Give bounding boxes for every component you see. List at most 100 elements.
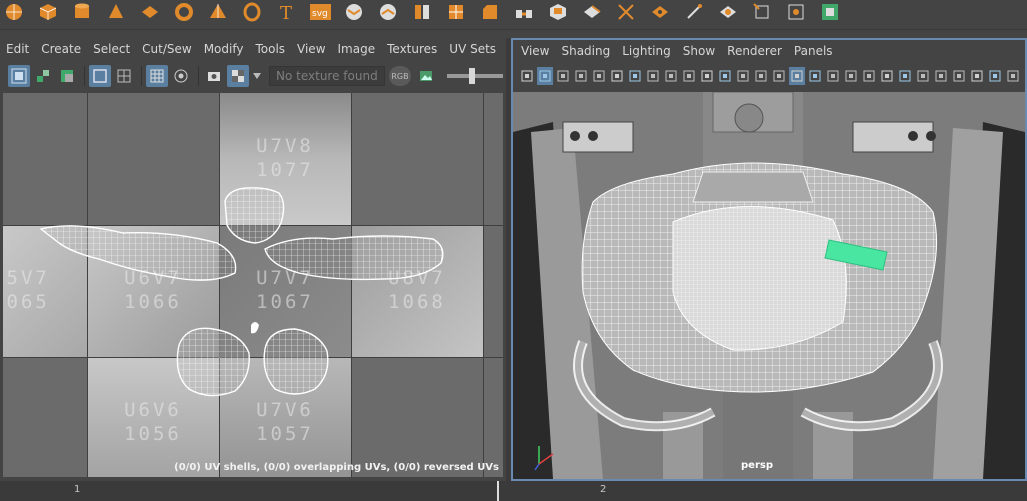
menu-uv-sets[interactable]: UV Sets (443, 38, 502, 60)
uv-distort-icon[interactable] (56, 65, 78, 87)
uv-shell-select-icon[interactable] (8, 65, 30, 87)
rgb-channel-button[interactable]: RGB (389, 66, 411, 86)
menu-textures[interactable]: Textures (381, 38, 443, 60)
menu-select[interactable]: Select (87, 38, 136, 60)
plane-icon[interactable] (136, 0, 164, 24)
sculpt-icon[interactable] (782, 0, 810, 24)
persp-viewport-canvas[interactable]: persp (513, 92, 1025, 479)
grid-icon[interactable] (146, 65, 168, 87)
menu-vp-panels[interactable]: Panels (788, 40, 839, 62)
current-time-marker[interactable] (497, 481, 499, 501)
uv-status-text: (0/0) UV shells, (0/0) overlapping UVs, … (174, 462, 499, 473)
smooth-icon[interactable] (442, 0, 470, 24)
snapshot-icon[interactable] (203, 65, 225, 87)
separate-icon[interactable] (374, 0, 402, 24)
camera-lock-icon[interactable] (537, 67, 553, 85)
pyramid-icon[interactable] (204, 0, 232, 24)
pivot-icon[interactable] (748, 0, 776, 24)
uv-layout-icon[interactable] (32, 65, 54, 87)
menu-vp-renderer[interactable]: Renderer (721, 40, 788, 62)
menu-modify[interactable]: Modify (198, 38, 250, 60)
cone-icon[interactable] (102, 0, 130, 24)
textured-icon[interactable] (825, 67, 841, 85)
shaded-uv-icon[interactable] (89, 65, 111, 87)
texture-borders-icon[interactable] (113, 65, 135, 87)
uv-shell-head (224, 187, 285, 244)
uv-shell-left-wing (39, 225, 237, 281)
isolate-select-icon[interactable] (951, 67, 967, 85)
anti-alias-icon[interactable] (915, 67, 931, 85)
frame-number: 1 (74, 484, 81, 495)
select-camera-icon[interactable] (519, 67, 535, 85)
uv-editor-icon[interactable] (816, 0, 844, 24)
menu-create[interactable]: Create (35, 38, 87, 60)
extrude-icon[interactable] (544, 0, 572, 24)
toolbar-separator (198, 66, 199, 86)
bookmark-icon[interactable] (573, 67, 589, 85)
ambient-occlusion-icon[interactable] (879, 67, 895, 85)
exposure-slider[interactable] (447, 68, 503, 84)
pixel-snap-icon[interactable] (170, 65, 192, 87)
toolbar-separator (141, 66, 142, 86)
uv-canvas[interactable]: U7V8 1077 U5V7 1065 U6V7 1066 U7V7 1067 … (3, 93, 503, 477)
type-icon[interactable]: T (272, 0, 300, 24)
2d-pan-zoom-icon[interactable] (609, 67, 625, 85)
resolution-gate-icon[interactable] (681, 67, 697, 85)
pipe-icon[interactable] (238, 0, 266, 24)
motion-blur-icon[interactable] (897, 67, 913, 85)
grease-pencil-icon[interactable] (627, 67, 643, 85)
cube-icon[interactable] (34, 0, 62, 24)
xray-icon[interactable] (969, 67, 985, 85)
menu-view[interactable]: View (291, 38, 331, 60)
uv-editor-menubar: Edit Create Select Cut/Sew Modify Tools … (0, 38, 521, 60)
append-icon[interactable] (578, 0, 606, 24)
menu-cut-sew[interactable]: Cut/Sew (136, 38, 198, 60)
shadows-icon[interactable] (861, 67, 877, 85)
target-weld-icon[interactable] (714, 0, 742, 24)
camera-attributes-icon[interactable] (555, 67, 571, 85)
wireframe-icon[interactable] (771, 67, 787, 85)
persp-viewport-panel: View Shading Lighting Show Renderer Pane… (511, 38, 1027, 481)
uv-editor-panel: Edit Create Select Cut/Sew Modify Tools … (0, 38, 530, 481)
menu-vp-show[interactable]: Show (677, 40, 721, 62)
menu-vp-view[interactable]: View (515, 40, 555, 62)
menu-image[interactable]: Image (332, 38, 382, 60)
image-icon[interactable] (415, 65, 437, 87)
safe-title-icon[interactable] (753, 67, 769, 85)
torus-icon[interactable] (170, 0, 198, 24)
xray-joints-icon[interactable] (987, 67, 1003, 85)
backface-culling-icon[interactable] (1005, 67, 1021, 85)
menu-tools[interactable]: Tools (249, 38, 291, 60)
grid-icon[interactable] (645, 67, 661, 85)
field-chart-icon[interactable] (717, 67, 733, 85)
gate-mask-icon[interactable] (699, 67, 715, 85)
smooth-shade-icon[interactable] (789, 67, 805, 85)
fill-hole-icon[interactable] (646, 0, 674, 24)
uv-shells[interactable] (3, 93, 503, 477)
merge-icon[interactable] (612, 0, 640, 24)
menu-edit[interactable]: Edit (0, 38, 35, 60)
bridge-icon[interactable] (510, 0, 538, 24)
menu-vp-shading[interactable]: Shading (555, 40, 616, 62)
viewport-menubar: View Shading Lighting Show Renderer Pane… (515, 40, 839, 62)
svg-icon[interactable]: svg (306, 0, 334, 24)
time-slider[interactable]: 1 2 (0, 481, 1027, 501)
exposure-slider-thumb[interactable] (469, 68, 476, 84)
depth-of-field-icon[interactable] (933, 67, 949, 85)
chevron-down-icon[interactable] (251, 65, 263, 87)
lights-icon[interactable] (843, 67, 859, 85)
menu-vp-lighting[interactable]: Lighting (616, 40, 677, 62)
viewport-toolbar (519, 62, 1023, 90)
mirror-icon[interactable] (408, 0, 436, 24)
texture-field[interactable]: No texture found (269, 66, 385, 86)
film-gate-icon[interactable] (663, 67, 679, 85)
multi-cut-icon[interactable] (680, 0, 708, 24)
safe-action-icon[interactable] (735, 67, 751, 85)
combine-icon[interactable] (340, 0, 368, 24)
cylinder-icon[interactable] (68, 0, 96, 24)
checker-tiles-icon[interactable] (227, 65, 249, 87)
image-plane-icon[interactable] (591, 67, 607, 85)
bevel-icon[interactable] (476, 0, 504, 24)
wireframe-on-shaded-icon[interactable] (807, 67, 823, 85)
sphere-icon[interactable] (0, 0, 28, 24)
